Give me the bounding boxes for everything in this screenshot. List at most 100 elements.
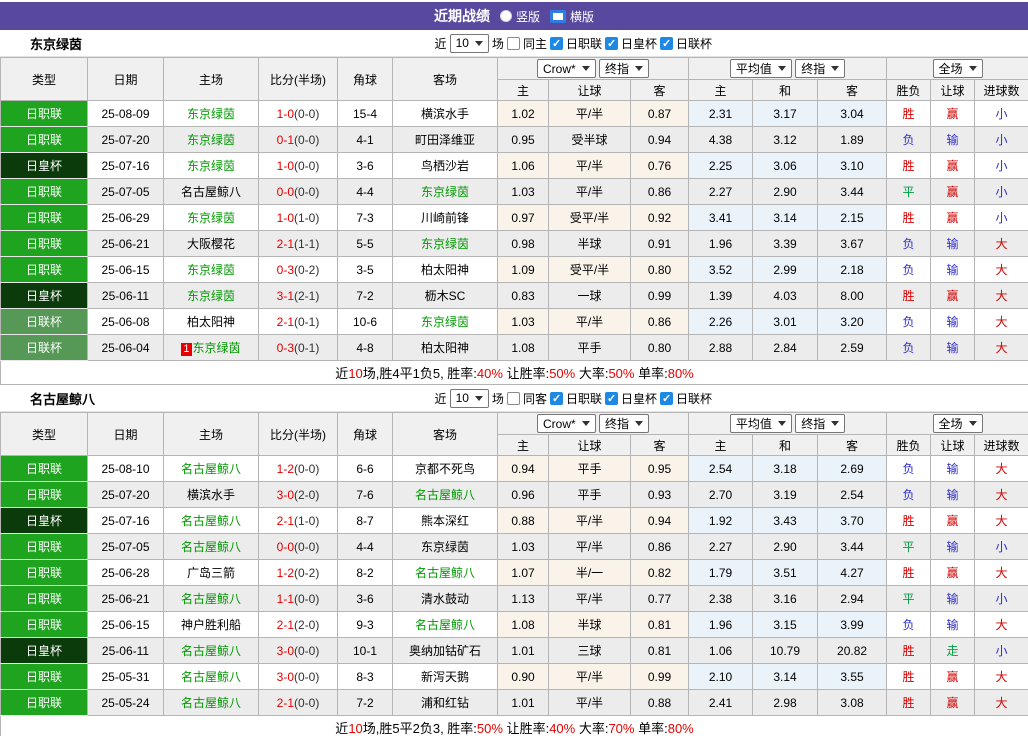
result-handicap-cell: 赢 [930,152,976,179]
score-cell: 1-0(1-0) [258,204,338,231]
away-team-cell: 新泻天鹅 [392,663,498,690]
home-team-cell: 名古屋鲸八 [163,637,259,664]
odds-handicap-cell: 平/半 [548,507,631,534]
page-title: 近期战绩 [433,8,490,24]
league-cell: 日职联 [0,230,88,257]
same-home-checkbox[interactable] [506,36,520,50]
final-odds-select[interactable]: 终指 [599,58,650,78]
corner-cell: 4-1 [337,126,393,153]
match-count-select[interactable]: 10 [449,33,489,53]
league-emperor-checkbox[interactable] [604,36,618,50]
league-j1-checkbox[interactable] [549,391,563,405]
avg-final-select[interactable]: 终指 [795,59,846,78]
corner-cell: 8-2 [337,559,393,586]
radio-selected-icon[interactable] [550,9,566,23]
scope-select[interactable]: 全场 [932,59,983,78]
league-cell: 日皇杯 [0,637,88,664]
avg-home-cell: 4.38 [688,126,754,153]
league-cell: 日职联 [0,100,88,127]
result-outcome-cell: 胜 [886,282,932,309]
avg-home-cell: 2.88 [688,334,754,361]
col-corner: 角球 [337,57,393,101]
col-avg-home: 主 [688,434,754,456]
odds-away-cell: 0.93 [629,481,690,508]
avg-away-cell: 2.69 [817,455,888,482]
table-row: 日职联 25-06-15 东京绿茵 0-3(0-2) 3-5 柏太阳神 1.09 受平/半 0.… [0,256,1028,283]
result-goals-cell: 小 [974,585,1028,612]
score-cell: 0-3(0-2) [258,256,338,283]
summary-text: 近 [335,721,349,736]
result-goals-cell: 大 [974,663,1028,690]
avg-away-cell: 2.54 [817,481,888,508]
col-type: 类型 [0,57,88,101]
home-team-cell: 东京绿茵 [163,152,259,179]
layout-horizontal-option[interactable]: 横版 [550,8,594,25]
date-cell: 25-06-04 [87,334,164,361]
league-emperor-checkbox[interactable] [604,391,618,405]
col-avg-draw: 和 [752,79,819,101]
date-cell: 25-06-11 [87,637,164,664]
final-odds-select[interactable]: 终指 [599,413,650,433]
odds-away-cell: 0.80 [629,256,690,283]
col-odds-home: 主 [497,434,549,456]
summary-stat-value: 70% [608,721,635,736]
summary-stat-value: 50% [549,366,576,381]
league-cell: 日职联 [0,559,88,586]
col-avg-home: 主 [688,79,754,101]
home-team-cell: 神户胜利船 [163,611,259,638]
col-result-goals: 进球数 [974,79,1028,101]
corner-cell: 4-8 [337,334,393,361]
chevron-down-icon [474,395,483,401]
crow-odds-group: Crow* 终指 [496,412,690,435]
league-cup-checkbox[interactable] [659,36,673,50]
summary-text: 场,胜4平1负5, 胜率: [362,366,477,381]
avg-draw-cell: 3.43 [752,507,819,534]
league-j1-checkbox[interactable] [549,36,563,50]
avg-odds-select[interactable]: 平均值 [729,59,792,78]
avg-odds-select[interactable]: 平均值 [729,414,792,433]
radio-icon[interactable] [499,10,512,22]
league-cup-checkbox[interactable] [659,391,673,405]
result-outcome-cell: 负 [886,334,932,361]
col-result-outcome: 胜负 [886,434,932,456]
result-outcome-cell: 胜 [886,152,932,179]
avg-away-cell: 8.00 [817,282,888,309]
avg-away-cell: 2.18 [817,256,888,283]
avg-home-cell: 1.39 [688,282,754,309]
layout-vertical-label: 竖版 [515,9,540,24]
result-handicap-cell: 输 [930,308,976,335]
avg-draw-cell: 3.01 [752,308,819,335]
avg-home-cell: 2.27 [688,533,754,560]
result-goals-cell: 大 [974,507,1028,534]
avg-final-select[interactable]: 终指 [795,414,846,433]
result-outcome-cell: 胜 [886,507,932,534]
crow-odds-select[interactable]: Crow* [536,414,596,434]
result-outcome-cell: 胜 [886,637,932,664]
odds-home-cell: 1.13 [497,585,549,612]
home-team-cell: 东京绿茵 [163,282,259,309]
scope-select[interactable]: 全场 [932,414,983,433]
avg-draw-cell: 3.16 [752,585,819,612]
same-away-checkbox[interactable] [506,391,520,405]
crow-odds-select[interactable]: Crow* [536,59,596,79]
odds-away-cell: 0.99 [629,282,690,309]
corner-cell: 7-3 [337,204,393,231]
avg-away-cell: 3.08 [817,689,888,716]
away-team-cell: 东京绿茵 [392,230,498,257]
league-cell: 日职联 [0,178,88,205]
odds-home-cell: 0.83 [497,282,549,309]
league-j1-label: 日职联 [565,36,602,51]
col-date: 日期 [87,412,164,456]
result-goals-cell: 大 [974,334,1028,361]
result-handicap-cell: 赢 [930,559,976,586]
scope-group: 全场 [886,412,1028,435]
odds-home-cell: 1.06 [497,152,549,179]
avg-home-cell: 1.96 [688,611,754,638]
match-count-select[interactable]: 10 [449,388,489,408]
corner-cell: 10-6 [337,308,393,335]
table-row: 日皇杯 25-06-11 东京绿茵 3-1(2-1) 7-2 枥木SC 0.83 一球 0.99… [0,282,1028,309]
layout-vertical-option[interactable]: 竖版 [499,8,540,25]
table-row: 日联杯 25-06-08 柏太阳神 2-1(0-1) 10-6 东京绿茵 1.03 平/半 0.… [0,308,1028,335]
league-j1-label: 日职联 [565,391,602,406]
avg-home-cell: 1.06 [688,637,754,664]
